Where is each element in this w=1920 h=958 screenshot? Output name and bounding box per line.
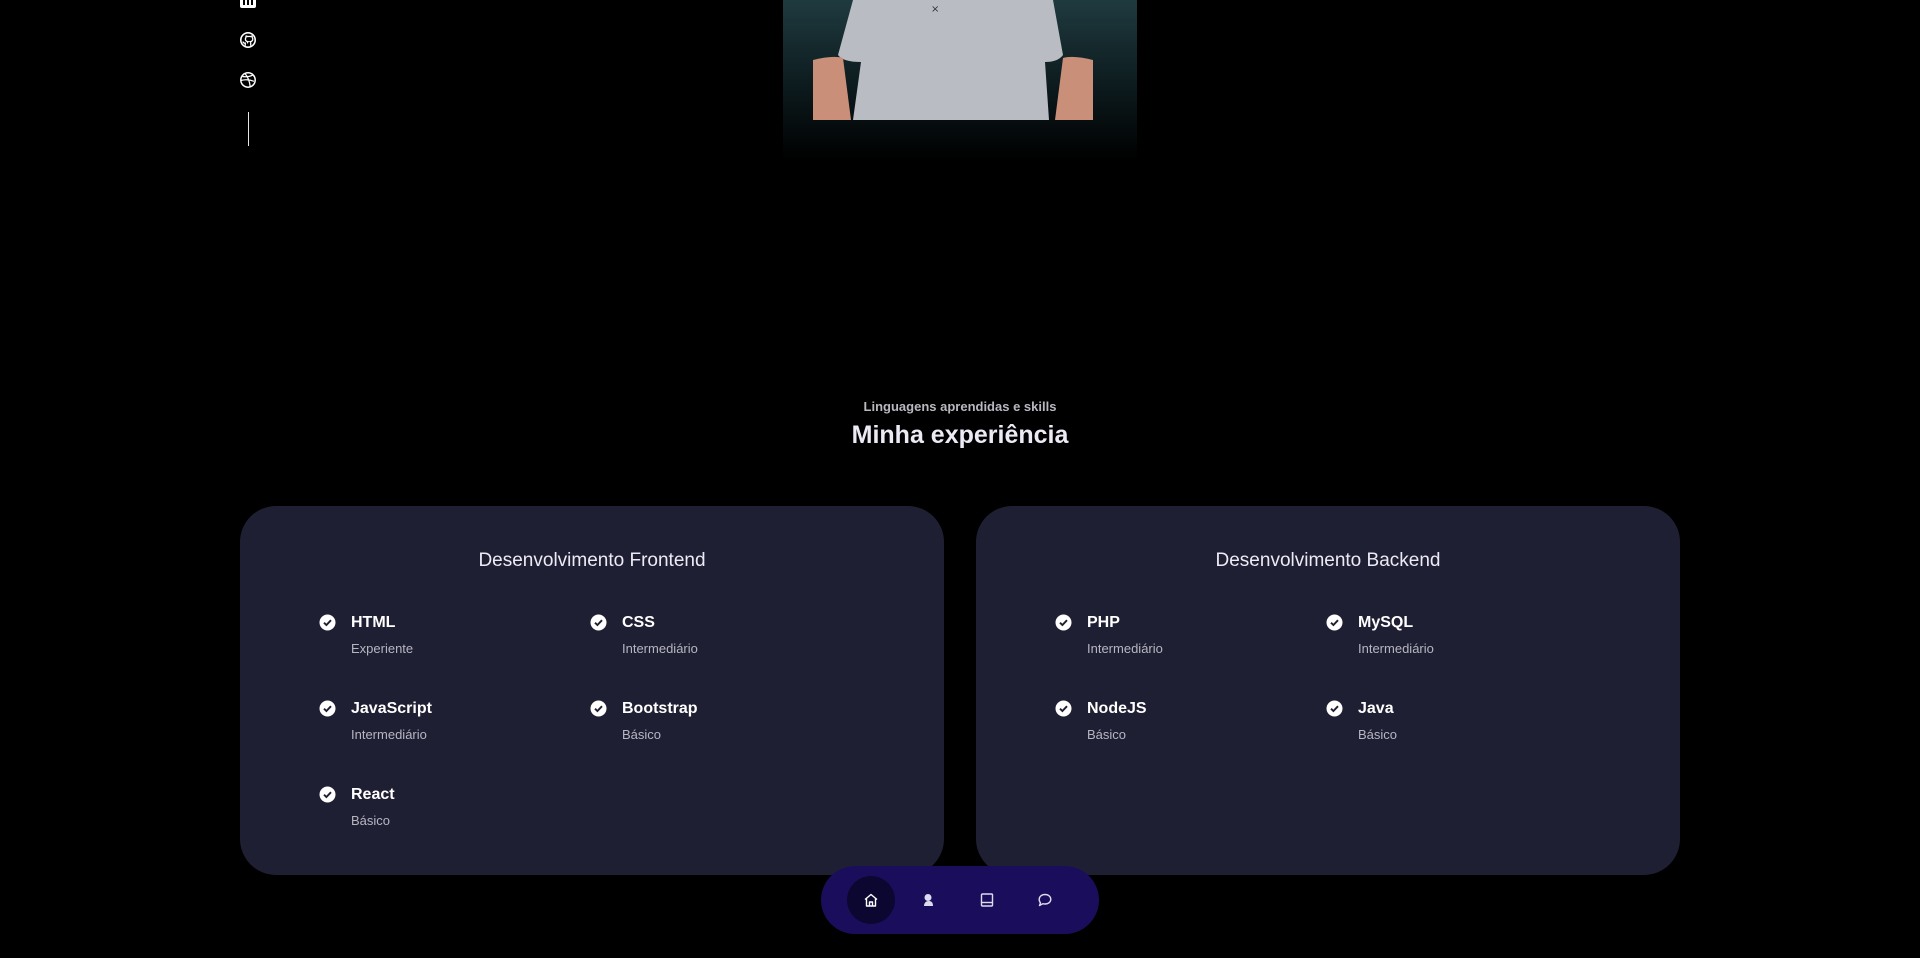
skill-item: JavaScript Intermediário: [319, 699, 590, 785]
skill-level: Básico: [1358, 727, 1398, 742]
skill-item: NodeJS Básico: [1055, 699, 1326, 785]
section-subtitle: Linguagens aprendidas e skills: [863, 399, 1057, 414]
skill-item: Java Básico: [1326, 699, 1597, 785]
skill-level: Básico: [622, 727, 662, 742]
frontend-skills-grid: HTML Experiente CSS Intermediário JavaSc…: [319, 613, 861, 871]
skill-name: JavaScript: [351, 700, 432, 717]
check-badge-icon: [1326, 614, 1343, 631]
backend-skills-grid: PHP Intermediário MySQL Intermediário No…: [1055, 613, 1597, 785]
skill-name: NodeJS: [1087, 700, 1147, 717]
check-badge-icon: [1326, 700, 1343, 717]
backend-card-title: Desenvolvimento Backend: [1215, 550, 1441, 571]
skill-name: CSS: [622, 614, 655, 631]
skill-name: HTML: [351, 614, 396, 631]
nav-experience-button[interactable]: [963, 876, 1011, 924]
skill-level: Básico: [1087, 727, 1127, 742]
skill-level: Intermediário: [1358, 641, 1434, 656]
check-badge-icon: [1055, 614, 1072, 631]
github-link[interactable]: [236, 28, 260, 52]
skill-item: HTML Experiente: [319, 613, 590, 699]
frontend-card-title: Desenvolvimento Frontend: [478, 550, 706, 571]
social-divider-line: [247, 112, 249, 146]
linkedin-icon: [240, 0, 256, 8]
skill-level: Intermediário: [351, 727, 427, 742]
home-icon: [864, 893, 878, 907]
github-icon: [240, 32, 256, 48]
section-title: Minha experiência: [851, 421, 1069, 449]
profile-photo-figure: ×: [813, 0, 1093, 120]
book-icon: [980, 893, 994, 907]
frontend-card: Desenvolvimento Frontend HTML Experiente…: [240, 506, 944, 875]
check-badge-icon: [590, 700, 607, 717]
skill-item: PHP Intermediário: [1055, 613, 1326, 699]
skill-name: MySQL: [1358, 614, 1414, 631]
skill-level: Intermediário: [622, 641, 698, 656]
social-links: [236, 0, 260, 146]
nav-contact-button[interactable]: [1021, 876, 1069, 924]
skill-name: PHP: [1087, 614, 1120, 631]
chat-icon: [1038, 893, 1052, 907]
linkedin-link[interactable]: [236, 0, 260, 12]
skill-name: Bootstrap: [622, 700, 698, 717]
svg-text:×: ×: [931, 4, 939, 15]
skill-item: Bootstrap Básico: [590, 699, 861, 785]
dribbble-link[interactable]: [236, 68, 260, 92]
skill-item: React Básico: [319, 785, 590, 871]
skill-level: Experiente: [351, 641, 414, 656]
profile-photo: ×: [783, 0, 1137, 160]
skill-item: MySQL Intermediário: [1326, 613, 1597, 699]
nav-home-button[interactable]: [847, 876, 895, 924]
skill-name: React: [351, 786, 395, 803]
check-badge-icon: [319, 700, 336, 717]
skill-level: Básico: [351, 813, 391, 828]
check-badge-icon: [319, 786, 336, 803]
check-badge-icon: [1055, 700, 1072, 717]
backend-card: Desenvolvimento Backend PHP Intermediári…: [976, 506, 1680, 875]
bottom-nav: [821, 866, 1099, 934]
nav-about-button[interactable]: [905, 876, 953, 924]
skill-item: CSS Intermediário: [590, 613, 861, 699]
skill-level: Intermediário: [1087, 641, 1163, 656]
user-icon: [924, 894, 933, 906]
check-badge-icon: [319, 614, 336, 631]
check-badge-icon: [590, 614, 607, 631]
dribbble-icon: [240, 72, 256, 88]
skill-name: Java: [1358, 700, 1394, 717]
